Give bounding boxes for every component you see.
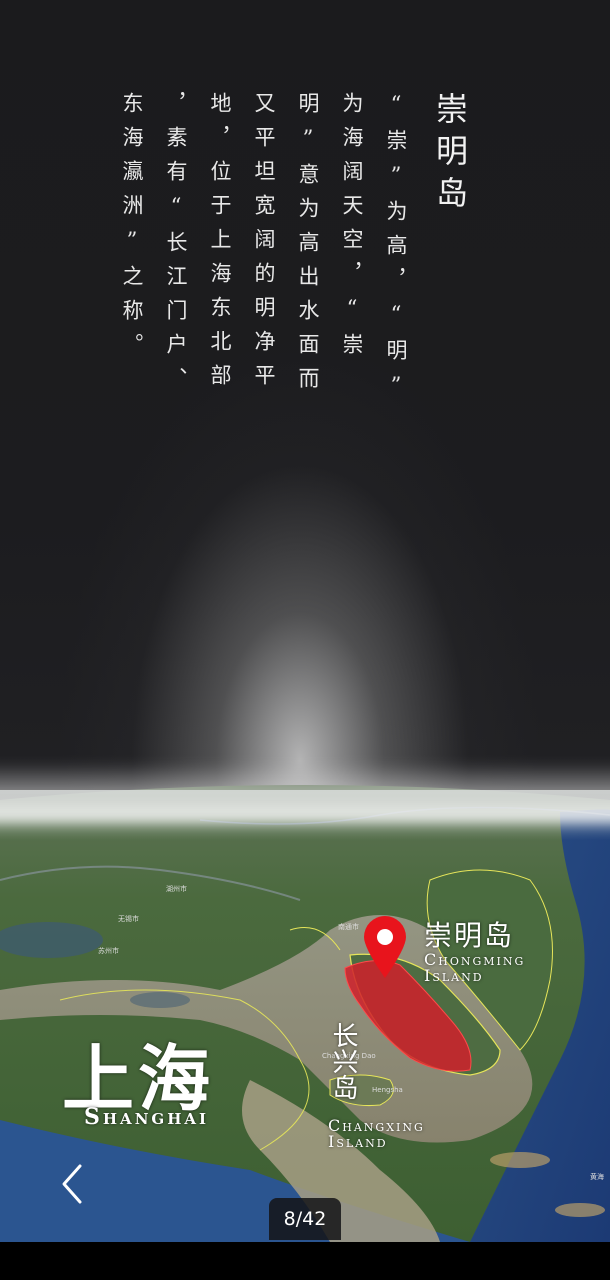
- back-button[interactable]: [48, 1158, 100, 1210]
- map-small-label-wuxi: 无锡市: [118, 915, 139, 923]
- map-small-label-nantong: 南通市: [338, 923, 359, 931]
- changxing-label-cn: 长兴岛: [328, 1022, 358, 1100]
- slide-page: 崇明岛 “崇”为高，“明” 为海阔天空，“崇 明”意为高出水面而 又平坦宽阔的明…: [0, 0, 610, 1280]
- map-small-label-yellow-sea: 黄海: [590, 1173, 604, 1181]
- chongming-label-en: Chongming Island: [424, 950, 526, 985]
- changxing-label-en: Changxing Island: [328, 1116, 425, 1151]
- chongming-label-cn: 崇明岛: [424, 919, 515, 952]
- chevron-left-icon: [62, 1164, 82, 1204]
- shanghai-label-en: Shanghai: [84, 1104, 210, 1130]
- bottom-bar: [0, 1242, 610, 1280]
- map-small-label-suzhou: 苏州市: [98, 947, 119, 955]
- page-counter: 8/42: [269, 1198, 341, 1240]
- horizon-glow: [0, 762, 610, 822]
- map-small-label-hengsha: Hengsha: [372, 1086, 403, 1094]
- map-small-label-huzhou: 湖州市: [166, 885, 187, 893]
